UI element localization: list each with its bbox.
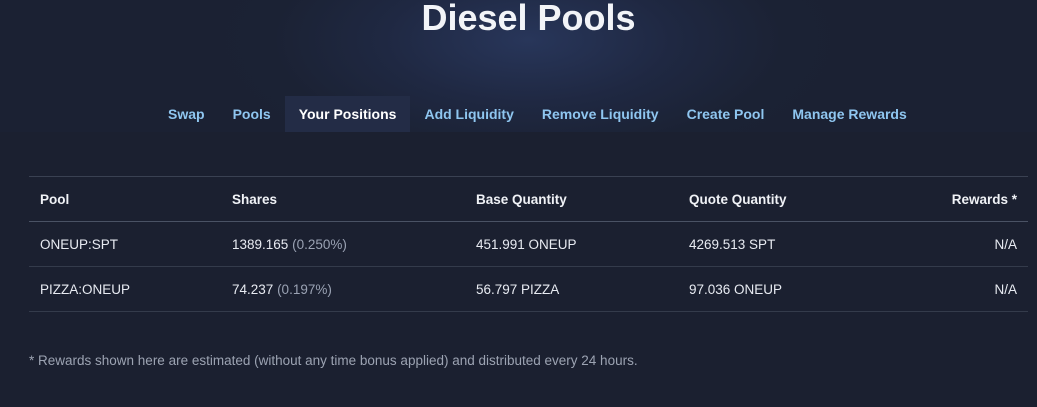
header-pool: Pool [40,191,70,207]
cell-rewards: N/A [890,221,1028,267]
header-quote-quantity: Quote Quantity [689,191,787,207]
cell-shares: 74.237 (0.197%) [221,266,465,312]
shares-value: 1389.165 [232,236,289,252]
cell-quote-quantity: 4269.513 SPT [678,221,890,267]
shares-percent: (0.197%) [277,281,332,297]
cell-pool: PIZZA:ONEUP [29,266,221,312]
tab-add-liquidity[interactable]: Add Liquidity [410,96,527,132]
tab-create-pool[interactable]: Create Pool [673,96,779,132]
table-header-row: Pool Shares Base Quantity Quote Quantity… [29,176,1028,222]
tab-pools[interactable]: Pools [219,96,285,132]
positions-table: Pool Shares Base Quantity Quote Quantity… [29,176,1028,312]
cell-base-quantity: 451.991 ONEUP [465,221,678,267]
table-row: ONEUP:SPT 1389.165 (0.250%) 451.991 ONEU… [29,221,1028,267]
header-rewards: Rewards * [951,191,1017,207]
tab-manage-rewards[interactable]: Manage Rewards [778,96,920,132]
shares-percent: (0.250%) [292,236,347,252]
cell-shares: 1389.165 (0.250%) [221,221,465,267]
header-base-quantity: Base Quantity [476,191,567,207]
cell-rewards: N/A [890,266,1028,312]
cell-base-quantity: 56.797 PIZZA [465,266,678,312]
positions-table-container: Pool Shares Base Quantity Quote Quantity… [29,176,1028,312]
page-title: Diesel Pools [421,0,636,38]
tab-remove-liquidity[interactable]: Remove Liquidity [528,96,673,132]
tab-your-positions[interactable]: Your Positions [284,96,411,132]
cell-quote-quantity: 97.036 ONEUP [678,266,890,312]
table-row: PIZZA:ONEUP 74.237 (0.197%) 56.797 PIZZA… [29,266,1028,312]
cell-pool: ONEUP:SPT [29,221,221,267]
header-shares: Shares [232,191,278,207]
rewards-footnote: * Rewards shown here are estimated (with… [29,353,638,368]
tab-bar: Swap Pools Your Positions Add Liquidity … [154,96,921,132]
shares-value: 74.237 [232,281,274,297]
tab-swap[interactable]: Swap [154,96,219,132]
